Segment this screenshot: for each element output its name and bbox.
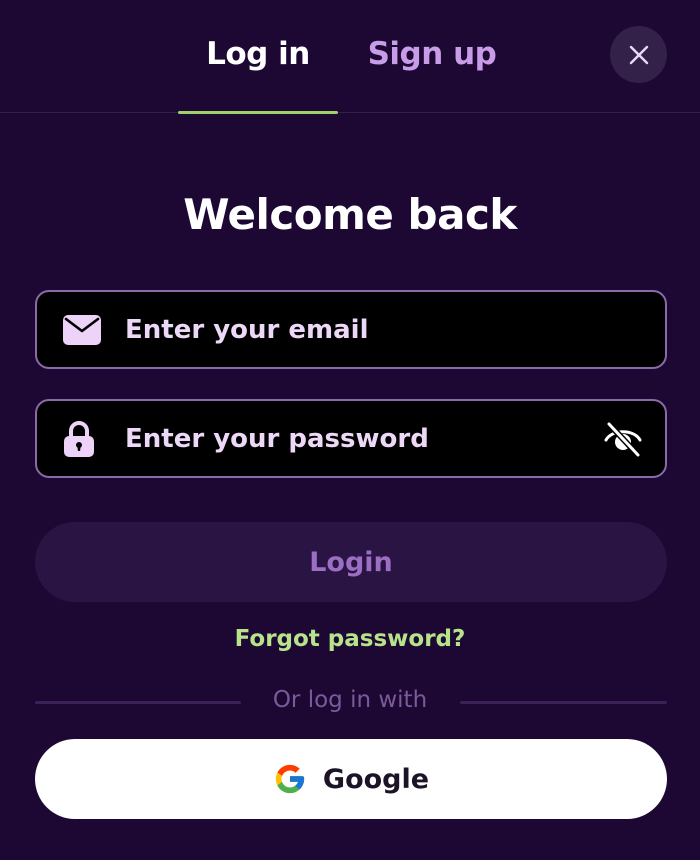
auth-tabs-header: Log in Sign up [0,0,700,114]
divider-line-right [460,701,667,704]
forgot-password-link[interactable]: Forgot password? [0,626,700,652]
envelope-icon [63,314,101,345]
email-field[interactable] [35,290,667,369]
email-input[interactable] [125,292,605,367]
close-button[interactable] [610,26,667,83]
divider-text: Or log in with [272,687,428,713]
tab-login[interactable]: Log in [178,36,338,114]
page-title: Welcome back [183,190,517,239]
eye-off-icon [604,420,642,458]
login-button[interactable]: Login [35,522,667,602]
active-tab-indicator [178,111,338,114]
password-visibility-toggle[interactable] [603,419,643,459]
password-input[interactable] [125,401,605,476]
lock-icon [63,420,95,457]
tab-signup-label: Sign up [367,36,497,72]
google-button-label: Google [322,763,430,795]
password-field[interactable] [35,399,667,478]
google-login-button[interactable]: Google [35,739,667,819]
tab-signup[interactable]: Sign up [362,36,502,113]
google-icon [273,762,307,796]
tab-login-label: Log in [206,36,310,72]
close-icon [629,45,648,64]
